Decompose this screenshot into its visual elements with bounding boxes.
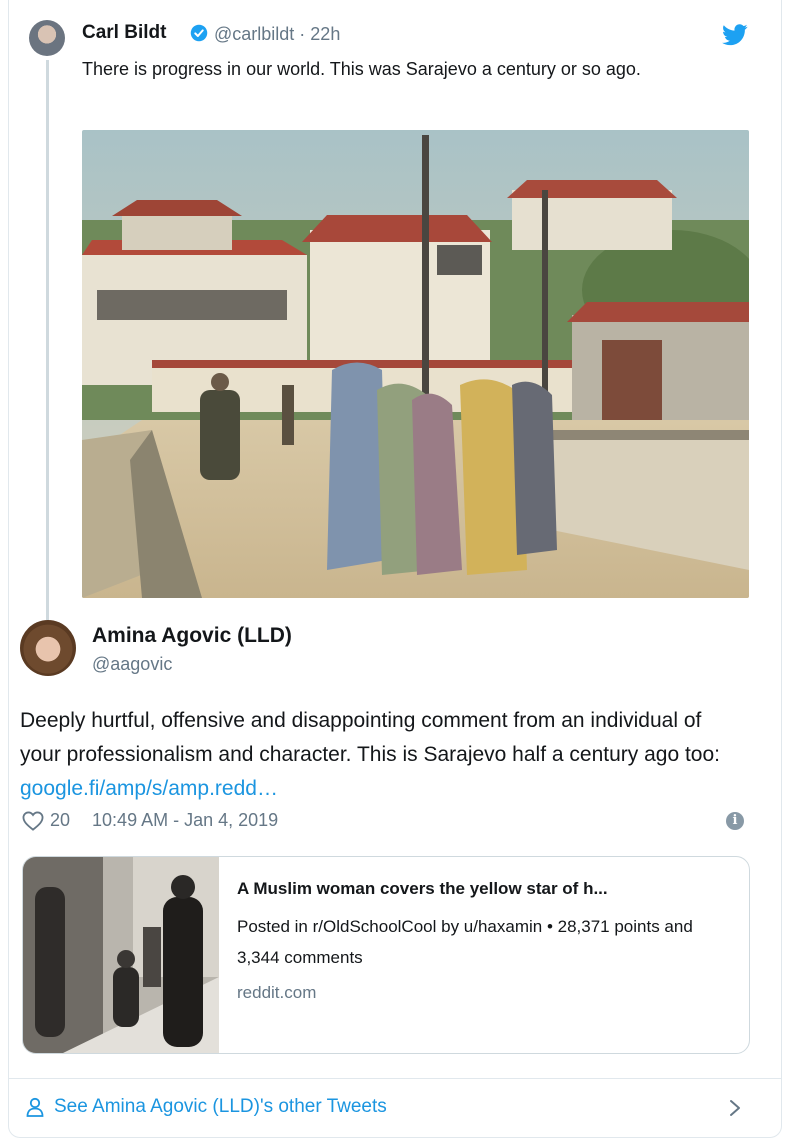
quoted-author-name[interactable]: Carl Bildt — [82, 22, 166, 44]
tweet-timestamp[interactable]: 10:49 AM - Jan 4, 2019 — [92, 810, 278, 831]
see-other-tweets-link[interactable]: See Amina Agovic (LLD)'s other Tweets — [26, 1096, 387, 1118]
sarajevo-photo[interactable] — [82, 130, 749, 598]
heart-icon[interactable] — [22, 811, 44, 831]
tweet-link[interactable]: google.fi/amp/s/amp.redd… — [20, 777, 278, 800]
see-other-tweets-label[interactable]: See Amina Agovic (LLD)'s other Tweets — [54, 1096, 387, 1118]
info-icon[interactable]: i — [726, 812, 744, 830]
author-name[interactable]: Amina Agovic (LLD) — [92, 624, 292, 648]
tweet-text: Deeply hurtful, offensive and disappoint… — [20, 704, 740, 806]
person-icon — [26, 1097, 44, 1117]
link-preview-thumbnail — [23, 857, 219, 1053]
amina-agovic-avatar[interactable] — [20, 620, 76, 676]
tweet-body: Deeply hurtful, offensive and disappoint… — [20, 709, 720, 766]
quoted-tweet-text: There is progress in our world. This was… — [82, 59, 641, 79]
link-preview-card[interactable]: A Muslim woman covers the yellow star of… — [22, 856, 750, 1054]
verified-badge-icon — [190, 24, 208, 42]
link-preview-domain: reddit.com — [237, 983, 317, 1002]
thread-connector-line — [46, 60, 49, 620]
link-preview-title[interactable]: A Muslim woman covers the yellow star of… — [237, 879, 737, 899]
tweet-meta-row: 20 10:49 AM - Jan 4, 2019 — [22, 810, 278, 831]
twitter-bird-icon[interactable] — [722, 24, 748, 46]
author-handle[interactable]: @aagovic — [92, 654, 172, 675]
quoted-author-handle[interactable]: @carlbildt · 22h — [214, 24, 340, 45]
footer-divider — [8, 1078, 782, 1079]
chevron-right-icon[interactable] — [728, 1098, 742, 1118]
like-count[interactable]: 20 — [50, 810, 70, 831]
carl-bildt-avatar[interactable] — [29, 20, 65, 56]
link-preview-description: Posted in r/OldSchoolCool by u/haxamin •… — [237, 917, 693, 967]
